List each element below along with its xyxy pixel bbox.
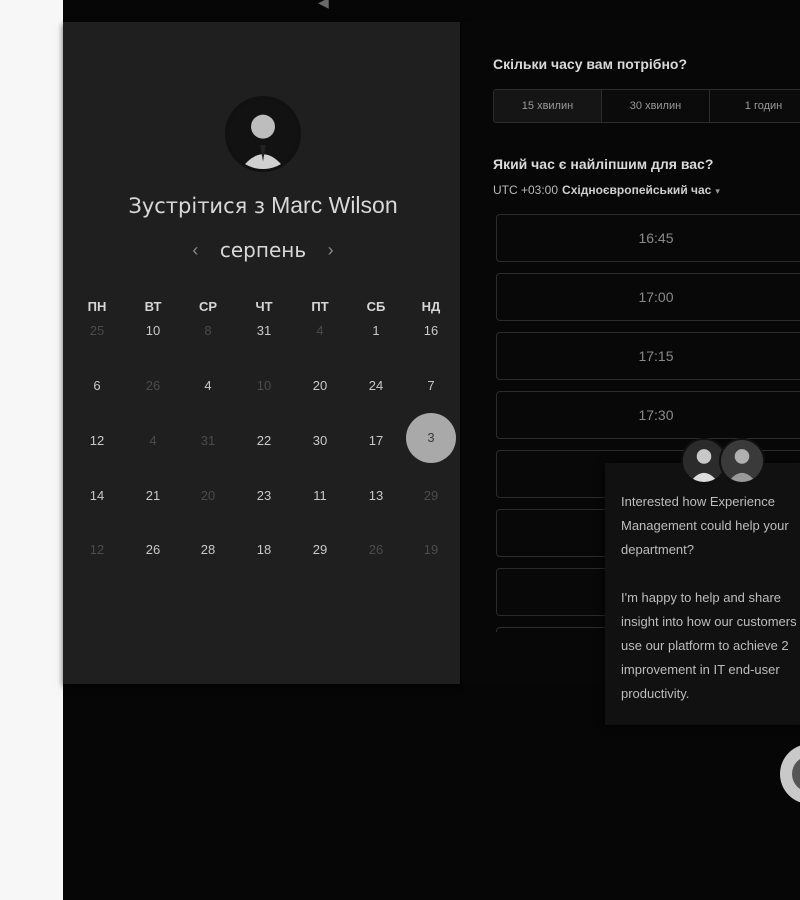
time-question: Який час є найліпшим для вас? (493, 156, 714, 172)
chat-message: Interested how Experience Management cou… (621, 490, 800, 706)
calendar-day[interactable]: 23 (244, 488, 284, 503)
time-slot-label: 17:15 (638, 348, 674, 364)
time-slot-label: 17:00 (638, 289, 674, 305)
person-icon (721, 440, 763, 482)
calendar-day[interactable]: 13 (356, 488, 396, 503)
selected-day[interactable]: 3 (406, 413, 456, 463)
time-slot[interactable]: 17:00 (496, 273, 800, 321)
duration-selector: 15 хвилин 30 хвилин 1 годин (493, 89, 800, 123)
calendar-day[interactable]: 18 (244, 542, 284, 557)
calendar-day: 20 (200, 488, 216, 503)
calendar-day: 4 (316, 323, 324, 338)
calendar-day[interactable]: 10 (133, 323, 173, 338)
chat-line: productivity. (621, 686, 690, 701)
chat-line: insight into how our customers (621, 614, 797, 629)
calendar-day[interactable]: 11 (300, 488, 340, 503)
calendar-day[interactable]: 16 (411, 323, 451, 338)
duration-option-60[interactable]: 1 годин (710, 90, 800, 122)
calendar-day: 12 (89, 542, 105, 557)
chat-agent-avatars (681, 438, 767, 488)
calendar-day: 31 (200, 433, 216, 448)
calendar-day[interactable]: 26 (133, 542, 173, 557)
calendar-day: 26 (145, 378, 161, 393)
time-slot[interactable]: 17:15 (496, 332, 800, 380)
timezone-offset: UTC +03:00 (493, 183, 559, 197)
calendar-day[interactable]: 1 (356, 323, 396, 338)
calendar-day[interactable]: 21 (133, 488, 173, 503)
calendar-grid: 25 10 8 31 4 1 16 6 26 4 10 20 24 7 12 4 31 22 30 17 3 14 21 20… (63, 22, 460, 684)
calendar-day[interactable]: 28 (188, 542, 228, 557)
calendar-day: 26 (368, 542, 384, 557)
calendar-day[interactable]: 29 (300, 542, 340, 557)
calendar-day[interactable]: 12 (77, 433, 117, 448)
calendar-day[interactable]: 20 (300, 378, 340, 393)
chat-line: Interested how Experience (621, 494, 775, 509)
calendar-day: 19 (423, 542, 439, 557)
calendar-day[interactable]: 7 (411, 378, 451, 393)
chat-line: I'm happy to help and share (621, 590, 782, 605)
calendar-day: 29 (423, 488, 439, 503)
chat-line: department? (621, 542, 694, 557)
calendar-day[interactable]: 31 (244, 323, 284, 338)
close-arrow-icon[interactable]: ◀ (318, 0, 344, 10)
calendar-day[interactable]: 30 (300, 433, 340, 448)
time-slot-label: 16:45 (638, 230, 674, 246)
duration-question: Скільки часу вам потрібно? (493, 56, 688, 72)
calendar-day: 4 (149, 433, 157, 448)
chat-line: use our platform to achieve 2 (621, 638, 789, 653)
agent-avatar (719, 438, 765, 484)
calendar-day: 10 (256, 378, 272, 393)
chat-line: improvement in IT end-user (621, 662, 780, 677)
timezone-selector[interactable]: UTC +03:00 Східноєвропейський час ▾ (493, 183, 720, 197)
calendar-day[interactable]: 6 (77, 378, 117, 393)
time-slot[interactable]: 17:30 (496, 391, 800, 439)
calendar-day[interactable]: 22 (244, 433, 284, 448)
time-slot[interactable]: 16:45 (496, 214, 800, 262)
calendar-day: 8 (204, 323, 212, 338)
timezone-name: Східноєвропейський час (562, 183, 712, 197)
calendar-day[interactable]: 24 (356, 378, 396, 393)
caret-down-icon: ▾ (715, 186, 720, 196)
calendar-panel: Зустрітися з Marc Wilson ‹ серпень › ПН В… (63, 22, 460, 684)
calendar-day[interactable]: 17 (356, 433, 396, 448)
calendar-day[interactable]: 4 (188, 378, 228, 393)
calendar-day: 25 (89, 323, 105, 338)
calendar-day[interactable]: 14 (77, 488, 117, 503)
chat-line: Management could help your (621, 518, 789, 533)
time-slot-label: 17:30 (638, 407, 674, 423)
duration-option-15[interactable]: 15 хвилин (494, 90, 602, 122)
duration-option-30[interactable]: 30 хвилин (602, 90, 710, 122)
